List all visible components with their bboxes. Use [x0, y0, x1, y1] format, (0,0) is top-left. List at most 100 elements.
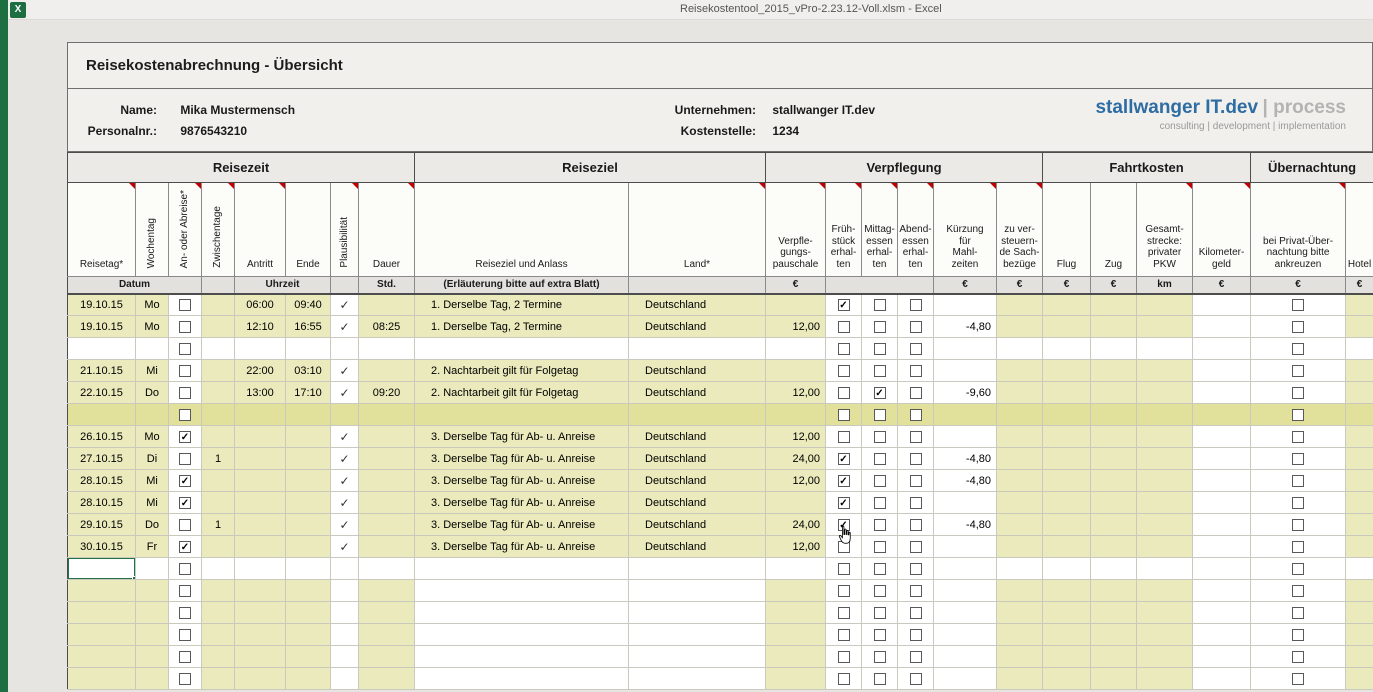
- cell-strecke[interactable]: [1137, 668, 1193, 690]
- cell-pausch[interactable]: 12,00: [766, 536, 826, 558]
- privat-checkbox[interactable]: [1292, 563, 1304, 575]
- cell-abreise[interactable]: [169, 624, 202, 646]
- cell-zuverst[interactable]: [997, 338, 1043, 360]
- cell-kuerz[interactable]: [934, 558, 997, 580]
- cell-fr[interactable]: ✓: [826, 448, 862, 470]
- cell-zug[interactable]: [1091, 624, 1137, 646]
- cell-plaus[interactable]: [331, 404, 359, 426]
- cell-ende[interactable]: [286, 624, 331, 646]
- cell-land[interactable]: [629, 668, 766, 690]
- abreise-checkbox[interactable]: [179, 365, 191, 377]
- cell-kuerz[interactable]: -4,80: [934, 514, 997, 536]
- mi-checkbox[interactable]: [874, 519, 886, 531]
- cell-mi[interactable]: [862, 448, 898, 470]
- cell-dauer[interactable]: [359, 294, 415, 316]
- cell-ab[interactable]: [898, 602, 934, 624]
- cell-pausch[interactable]: [766, 404, 826, 426]
- cell-zuverst[interactable]: [997, 624, 1043, 646]
- cell-abreise[interactable]: ✓: [169, 536, 202, 558]
- cell-flug[interactable]: [1043, 470, 1091, 492]
- cell-ab[interactable]: [898, 316, 934, 338]
- cell-date[interactable]: 30.10.15: [68, 536, 136, 558]
- cell-ab[interactable]: [898, 470, 934, 492]
- cell-land[interactable]: Deutschland: [629, 426, 766, 448]
- mi-checkbox[interactable]: [874, 673, 886, 685]
- cell-date[interactable]: [68, 580, 136, 602]
- cell-mi[interactable]: [862, 558, 898, 580]
- cell-ende[interactable]: [286, 338, 331, 360]
- cell-day[interactable]: Mo: [136, 426, 169, 448]
- cell-kmgeld[interactable]: [1193, 338, 1251, 360]
- cell-zw[interactable]: [202, 668, 235, 690]
- cell-strecke[interactable]: [1137, 602, 1193, 624]
- cell-kmgeld[interactable]: [1193, 382, 1251, 404]
- column-header-land[interactable]: Land*: [629, 183, 766, 277]
- cell-kmgeld[interactable]: [1193, 492, 1251, 514]
- cell-hotel[interactable]: [1346, 492, 1373, 514]
- cell-flug[interactable]: [1043, 536, 1091, 558]
- cell-ab[interactable]: [898, 668, 934, 690]
- cell-ab[interactable]: [898, 558, 934, 580]
- fr-checkbox[interactable]: [838, 585, 850, 597]
- cell-zw[interactable]: 1: [202, 448, 235, 470]
- cell-dauer[interactable]: [359, 602, 415, 624]
- cell-abreise[interactable]: [169, 404, 202, 426]
- cell-strecke[interactable]: [1137, 536, 1193, 558]
- cell-ziel[interactable]: 3. Derselbe Tag für Ab- u. Anreise: [415, 448, 629, 470]
- cell-antritt[interactable]: [235, 668, 286, 690]
- cell-antritt[interactable]: [235, 646, 286, 668]
- cell-kuerz[interactable]: [934, 338, 997, 360]
- cell-antritt[interactable]: 06:00: [235, 294, 286, 316]
- privat-checkbox[interactable]: [1292, 365, 1304, 377]
- cell-ende[interactable]: [286, 426, 331, 448]
- cell-ende[interactable]: [286, 536, 331, 558]
- cell-mi[interactable]: ✓: [862, 382, 898, 404]
- privat-checkbox[interactable]: [1292, 321, 1304, 333]
- cell-dauer[interactable]: [359, 624, 415, 646]
- cell-pausch[interactable]: 24,00: [766, 514, 826, 536]
- cell-ende[interactable]: [286, 558, 331, 580]
- cell-antritt[interactable]: [235, 536, 286, 558]
- cell-dauer[interactable]: [359, 404, 415, 426]
- cell-zw[interactable]: [202, 294, 235, 316]
- cell-land[interactable]: Deutschland: [629, 360, 766, 382]
- mi-checkbox[interactable]: [874, 475, 886, 487]
- cell-hotel[interactable]: [1346, 470, 1373, 492]
- abreise-checkbox[interactable]: ✓: [179, 431, 191, 443]
- privat-checkbox[interactable]: [1292, 497, 1304, 509]
- cell-pausch[interactable]: 12,00: [766, 470, 826, 492]
- cell-zw[interactable]: [202, 316, 235, 338]
- cell-kuerz[interactable]: [934, 602, 997, 624]
- column-header-plaus[interactable]: Plausibilität: [331, 183, 359, 277]
- cell-ab[interactable]: [898, 360, 934, 382]
- cell-ab[interactable]: [898, 338, 934, 360]
- cell-abreise[interactable]: [169, 360, 202, 382]
- cell-pausch[interactable]: [766, 668, 826, 690]
- cell-plaus[interactable]: [331, 338, 359, 360]
- cell-day[interactable]: [136, 580, 169, 602]
- mi-checkbox[interactable]: [874, 629, 886, 641]
- cell-fr[interactable]: [826, 360, 862, 382]
- column-header-kuerz[interactable]: Kürzung für Mahl- zeiten: [934, 183, 997, 277]
- privat-checkbox[interactable]: [1292, 541, 1304, 553]
- cell-dauer[interactable]: [359, 514, 415, 536]
- cell-zuverst[interactable]: [997, 602, 1043, 624]
- cell-fr[interactable]: ✓: [826, 470, 862, 492]
- cell-plaus[interactable]: ✓: [331, 492, 359, 514]
- cell-ziel[interactable]: [415, 580, 629, 602]
- cell-dauer[interactable]: [359, 426, 415, 448]
- cell-strecke[interactable]: [1137, 448, 1193, 470]
- abreise-checkbox[interactable]: [179, 607, 191, 619]
- ab-checkbox[interactable]: [910, 607, 922, 619]
- cell-privat[interactable]: [1251, 470, 1346, 492]
- cell-privat[interactable]: [1251, 602, 1346, 624]
- cell-mi[interactable]: [862, 492, 898, 514]
- column-header-antritt[interactable]: Antritt: [235, 183, 286, 277]
- abreise-checkbox[interactable]: [179, 453, 191, 465]
- abreise-checkbox[interactable]: [179, 651, 191, 663]
- cell-antritt[interactable]: [235, 426, 286, 448]
- cell-zug[interactable]: [1091, 602, 1137, 624]
- cell-antritt[interactable]: [235, 514, 286, 536]
- column-header-ende[interactable]: Ende: [286, 183, 331, 277]
- cell-mi[interactable]: [862, 294, 898, 316]
